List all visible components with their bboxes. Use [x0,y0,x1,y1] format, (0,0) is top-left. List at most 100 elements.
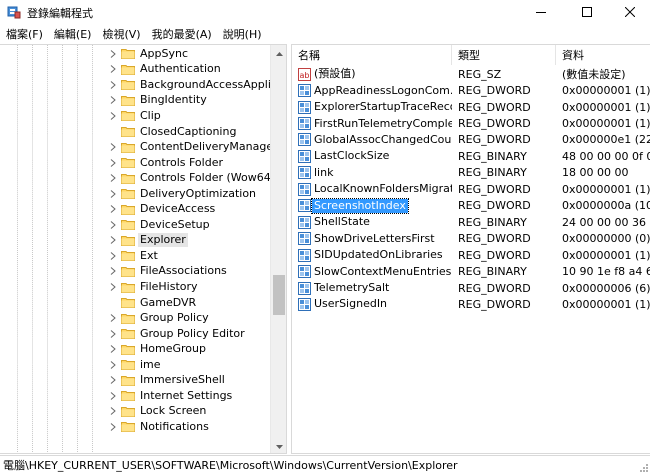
value-name: ScreenshotIndex [311,197,409,214]
expand-chevron-icon[interactable] [108,406,118,416]
expand-chevron-icon[interactable] [108,251,118,261]
value-row[interactable]: LocalKnownFoldersMigrat... REG_DWORD 0x000… [292,181,650,197]
value-name: link [314,165,334,179]
tree-item[interactable]: GameDVR [108,295,198,311]
value-row[interactable]: ab (預設值) REG_SZ (數值未設定) [292,66,650,82]
tree-item[interactable]: ClosedCaptioning [108,124,238,140]
tree-item[interactable]: Ext [108,248,160,264]
minimize-button[interactable] [518,0,564,24]
value-type: REG_BINARY [458,215,527,229]
column-header-name[interactable]: 名稱 [292,45,452,65]
value-row[interactable]: ShowDriveLettersFirst REG_DWORD 0x00000000… [292,231,650,247]
tree-item[interactable]: BingIdentity [108,93,209,109]
expand-chevron-icon[interactable] [108,204,118,214]
expand-chevron-icon[interactable] [108,313,118,323]
value-type: REG_DWORD [458,248,531,262]
tree-item[interactable]: BackgroundAccessApplicati [108,77,286,93]
expand-chevron-icon[interactable] [108,111,118,121]
value-row[interactable]: GlobalAssocChangedCou... REG_DWORD 0x00000… [292,132,650,148]
tree-item-label: Controls Folder (Wow64) [140,171,276,185]
tree-item[interactable]: Controls Folder [108,155,225,171]
tree-item[interactable]: ime [108,357,163,373]
column-header-data[interactable]: 資料 [556,45,650,65]
value-row[interactable]: TelemetrySalt REG_DWORD 0x00000006 (6) [292,280,650,296]
value-data: 0x00000001 (1) [562,297,650,311]
value-data: 0x00000001 (1) [562,182,650,196]
value-row[interactable]: link REG_BINARY 18 00 00 00 [292,165,650,181]
value-row[interactable]: SIDUpdatedOnLibraries REG_DWORD 0x00000001… [292,247,650,263]
tree-scrollbar[interactable] [270,45,286,453]
tree-scrollbar-thumb[interactable] [273,275,285,315]
expand-chevron-icon[interactable] [108,220,118,230]
tree-item[interactable]: Notifications [108,419,211,435]
registry-key-tree[interactable]: AppSync Authentication BackgroundAccessApp… [0,44,287,454]
folder-icon [121,110,135,122]
tree-item[interactable]: ContentDeliveryManager [108,139,280,155]
expand-chevron-icon[interactable] [108,422,118,432]
value-row[interactable]: ScreenshotIndex REG_DWORD 0x0000000a (10) [292,197,650,214]
expand-chevron-icon[interactable] [108,235,118,245]
value-data: 24 00 00 00 36 a8 0 [562,215,650,229]
value-row[interactable]: FirstRunTelemetryComplete REG_DWORD 0x0000… [292,115,650,131]
resize-grip-icon[interactable] [638,462,648,472]
value-row[interactable]: LastClockSize REG_BINARY 48 00 00 00 0f 00… [292,148,650,164]
folder-icon [121,64,135,75]
tree-item[interactable]: Group Policy [108,310,211,326]
tree-item[interactable]: Lock Screen [108,404,208,420]
value-row[interactable]: ExplorerStartupTraceReco... REG_DWORD 0x00… [292,99,650,115]
expand-chevron-icon[interactable] [108,95,118,105]
expand-chevron-icon[interactable] [108,49,118,59]
menu-file[interactable]: 檔案(F) [0,26,48,42]
expand-chevron-icon[interactable] [108,344,118,354]
tree-item[interactable]: FileHistory [108,279,200,295]
column-header-type[interactable]: 類型 [452,45,556,65]
tree-item[interactable]: DeliveryOptimization [108,186,258,202]
expand-chevron-icon[interactable] [108,189,118,199]
tree-item[interactable]: ImmersiveShell [108,373,227,389]
tree-item-label: Explorer [138,233,188,248]
string-value-icon: ab [298,67,311,81]
menu-edit[interactable]: 編輯(E) [48,26,97,42]
expand-chevron-icon[interactable] [108,158,118,168]
tree-item[interactable]: Controls Folder (Wow64) [108,170,277,186]
menu-help[interactable]: 說明(H) [217,26,267,42]
tree-item[interactable]: DeviceSetup [108,217,212,233]
value-row[interactable]: AppReadinessLogonCom... REG_DWORD 0x000000… [292,82,650,98]
tree-item[interactable]: Clip [108,108,163,124]
expand-chevron-icon[interactable] [108,360,118,370]
tree-item-label: ImmersiveShell [140,373,225,387]
scroll-down-arrow-icon[interactable] [271,438,286,453]
tree-item-label: Ext [140,248,158,262]
expand-chevron-icon[interactable] [108,80,118,90]
close-button[interactable] [610,0,650,24]
tree-item[interactable]: AppSync [108,46,190,62]
registry-values-list[interactable]: 名稱 類型 資料 ab (預設值) REG_SZ (數值未設定) AppReadines… [291,44,650,454]
maximize-button[interactable] [564,0,610,24]
expand-chevron-icon[interactable] [108,64,118,74]
expand-chevron-icon[interactable] [108,375,118,385]
value-name: ShellState [314,215,370,229]
tree-item[interactable]: Authentication [108,62,223,78]
expand-chevron-icon[interactable] [108,391,118,401]
value-data: 0x00000001 (1) [562,117,650,131]
tree-item[interactable]: Group Policy Editor [108,326,247,342]
tree-item[interactable]: Explorer [108,233,188,249]
expand-chevron-icon[interactable] [108,173,118,183]
expand-chevron-icon[interactable] [108,282,118,292]
tree-item[interactable]: FileAssociations [108,264,229,280]
value-row[interactable]: ShellState REG_BINARY 24 00 00 00 36 a8 0 [292,214,650,230]
value-row[interactable]: SlowContextMenuEntries REG_BINARY 10 90 1e… [292,263,650,279]
expand-chevron-icon[interactable] [108,329,118,339]
binary-value-icon [298,84,311,98]
expand-chevron-icon[interactable] [108,266,118,276]
expand-chevron-icon[interactable] [108,142,118,152]
value-row[interactable]: UserSignedIn REG_DWORD 0x00000001 (1) [292,296,650,312]
value-name: SIDUpdatedOnLibraries [314,248,443,262]
menu-view[interactable]: 檢視(V) [96,26,145,42]
tree-item[interactable]: Internet Settings [108,388,234,404]
menu-favorites[interactable]: 我的最愛(A) [146,26,217,42]
tree-item[interactable]: DeviceAccess [108,202,217,218]
scroll-up-arrow-icon[interactable] [271,45,286,62]
title-bar[interactable]: 登錄編輯程式 [0,0,650,24]
tree-item[interactable]: HomeGroup [108,341,208,357]
